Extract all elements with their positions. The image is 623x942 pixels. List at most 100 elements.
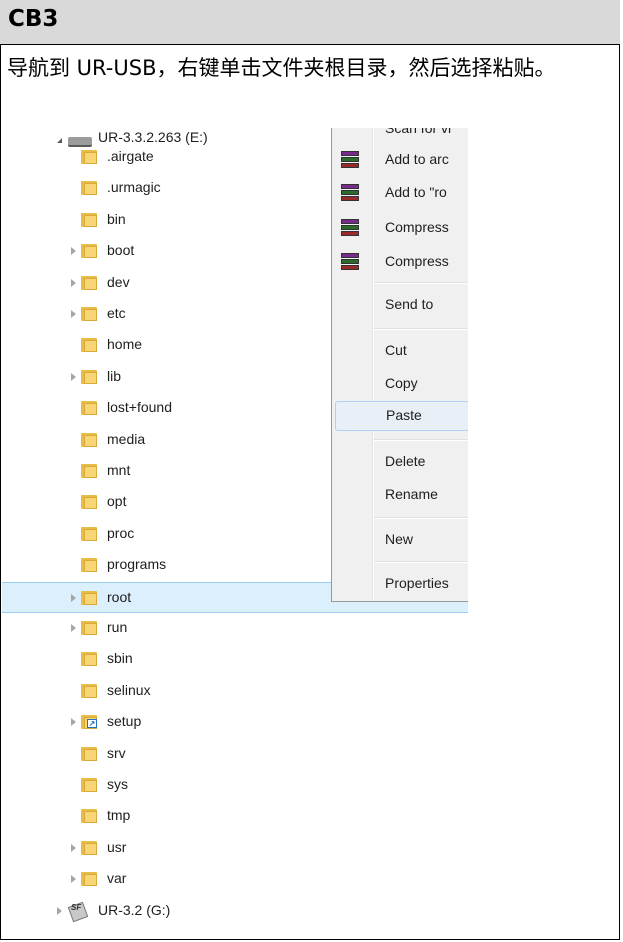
folder-front (84, 434, 97, 447)
folder-front (84, 340, 97, 353)
menu-item-label: Scan for vi (385, 128, 452, 136)
tree-label: lost+found (107, 399, 172, 416)
folder-icon (81, 746, 99, 762)
expand-arrow-icon[interactable] (71, 718, 76, 727)
folder-front (84, 466, 97, 478)
folder-front (84, 277, 97, 290)
folder-icon (81, 149, 99, 165)
menu-item-delete[interactable]: Delete (332, 447, 468, 477)
expand-arrow-icon[interactable] (71, 624, 76, 632)
winrar-icon (341, 253, 359, 271)
folder-front (84, 497, 97, 510)
expand-arrow-icon[interactable] (71, 593, 76, 602)
folder-front (84, 748, 97, 761)
tree-label: tmp (107, 807, 131, 824)
folder-icon (81, 808, 99, 824)
tree-label: lib (107, 367, 122, 384)
menu-item-properties[interactable]: Properties (332, 569, 468, 599)
sd-card-mark: SF (71, 902, 82, 912)
menu-item-label: Paste (386, 407, 422, 423)
tree-label: dev (107, 273, 130, 290)
folder-icon (81, 275, 99, 291)
winrar-icon (341, 219, 359, 237)
folder-icon (81, 337, 99, 353)
folder-icon (81, 243, 99, 259)
folder-icon (81, 871, 99, 887)
tree-row[interactable]: run (2, 613, 468, 644)
expand-arrow-icon[interactable] (57, 906, 62, 915)
menu-item-add-to-root[interactable]: Add to "ro (332, 178, 468, 208)
tree-label: .urmagic (107, 179, 161, 196)
tree-row[interactable]: var (2, 864, 468, 895)
menu-item-compress-2[interactable]: Compress (332, 247, 468, 277)
folder-front (84, 214, 97, 227)
menu-separator (374, 282, 468, 284)
tree-label: sys (107, 776, 128, 792)
tree-row[interactable]: selinux (2, 676, 468, 707)
tree-label: bin (107, 210, 126, 227)
tree-label: boot (107, 242, 135, 259)
header-title: CB3 (8, 6, 59, 32)
tree-row[interactable]: usr (2, 833, 468, 864)
tree-label: media (107, 430, 146, 447)
menu-item-compress-1[interactable]: Compress (332, 213, 468, 243)
expand-arrow-icon[interactable] (71, 843, 76, 852)
expand-arrow-icon[interactable] (71, 278, 76, 287)
menu-item-label: Add to "ro (385, 184, 447, 200)
folder-icon (81, 494, 99, 510)
folder-front (84, 811, 97, 824)
folder-icon (81, 369, 99, 385)
folder-icon (81, 180, 99, 196)
menu-item-paste[interactable]: Paste (335, 401, 468, 431)
expand-arrow-icon[interactable] (71, 372, 76, 381)
tree-label: programs (107, 556, 167, 573)
tree-label: run (107, 619, 128, 635)
folder-front (84, 403, 97, 416)
folder-front (84, 309, 97, 321)
expand-arrow-icon[interactable] (71, 247, 76, 256)
tree-label: usr (107, 838, 127, 855)
expand-arrow-icon[interactable] (71, 875, 76, 884)
menu-item-label: Cut (385, 342, 407, 358)
explorer-screenshot: UR-3.3.2.263 (E:) .airgate .urmagic bin boot… (2, 128, 468, 938)
tree-row[interactable]: ↗ setup (2, 707, 468, 738)
folder-icon (81, 400, 99, 416)
tree-row[interactable]: tmp (2, 801, 468, 832)
tree-label: .airgate (107, 148, 154, 164)
tree-label: setup (107, 713, 142, 730)
folder-icon (81, 557, 99, 573)
tree-label: home (107, 336, 143, 353)
folder-icon (81, 651, 99, 667)
menu-separator (374, 439, 468, 441)
shortcut-arrow-icon: ↗ (87, 719, 97, 729)
folder-icon (81, 590, 99, 606)
tree-label: root (107, 588, 132, 605)
tree-row[interactable]: sys (2, 770, 468, 801)
folder-front (84, 842, 97, 855)
folder-icon (81, 306, 99, 322)
instruction-text: 导航到 UR-USB，右键单击文件夹根目录，然后选择粘贴。 (7, 56, 556, 80)
folder-front (84, 874, 97, 887)
folder-front (84, 371, 97, 384)
folder-icon (81, 526, 99, 542)
tree-row[interactable]: sbin (2, 644, 468, 675)
menu-separator (374, 328, 468, 330)
tree-label: var (107, 870, 127, 887)
tree-label: etc (107, 305, 126, 321)
menu-item-new[interactable]: New (332, 525, 468, 555)
menu-item-cut[interactable]: Cut (332, 336, 468, 366)
expand-arrow-icon[interactable] (71, 310, 76, 318)
folder-front (84, 152, 97, 164)
tree-row[interactable]: srv (2, 739, 468, 770)
folder-front (84, 246, 97, 259)
context-menu: Scan for vi Add to arc Add to "ro Compre… (331, 128, 468, 602)
tree-label: mnt (107, 462, 131, 478)
menu-item-copy[interactable]: Copy (332, 369, 468, 399)
folder-icon (81, 620, 99, 636)
table-header: CB3 (0, 0, 620, 45)
menu-item-label: Delete (385, 453, 426, 469)
menu-item-add-to-archive[interactable]: Add to arc (332, 145, 468, 175)
menu-item-rename[interactable]: Rename (332, 480, 468, 510)
tree-row-drive-g[interactable]: SF UR-3.2 (G:) (2, 896, 468, 927)
menu-item-send-to[interactable]: Send to (332, 290, 468, 320)
